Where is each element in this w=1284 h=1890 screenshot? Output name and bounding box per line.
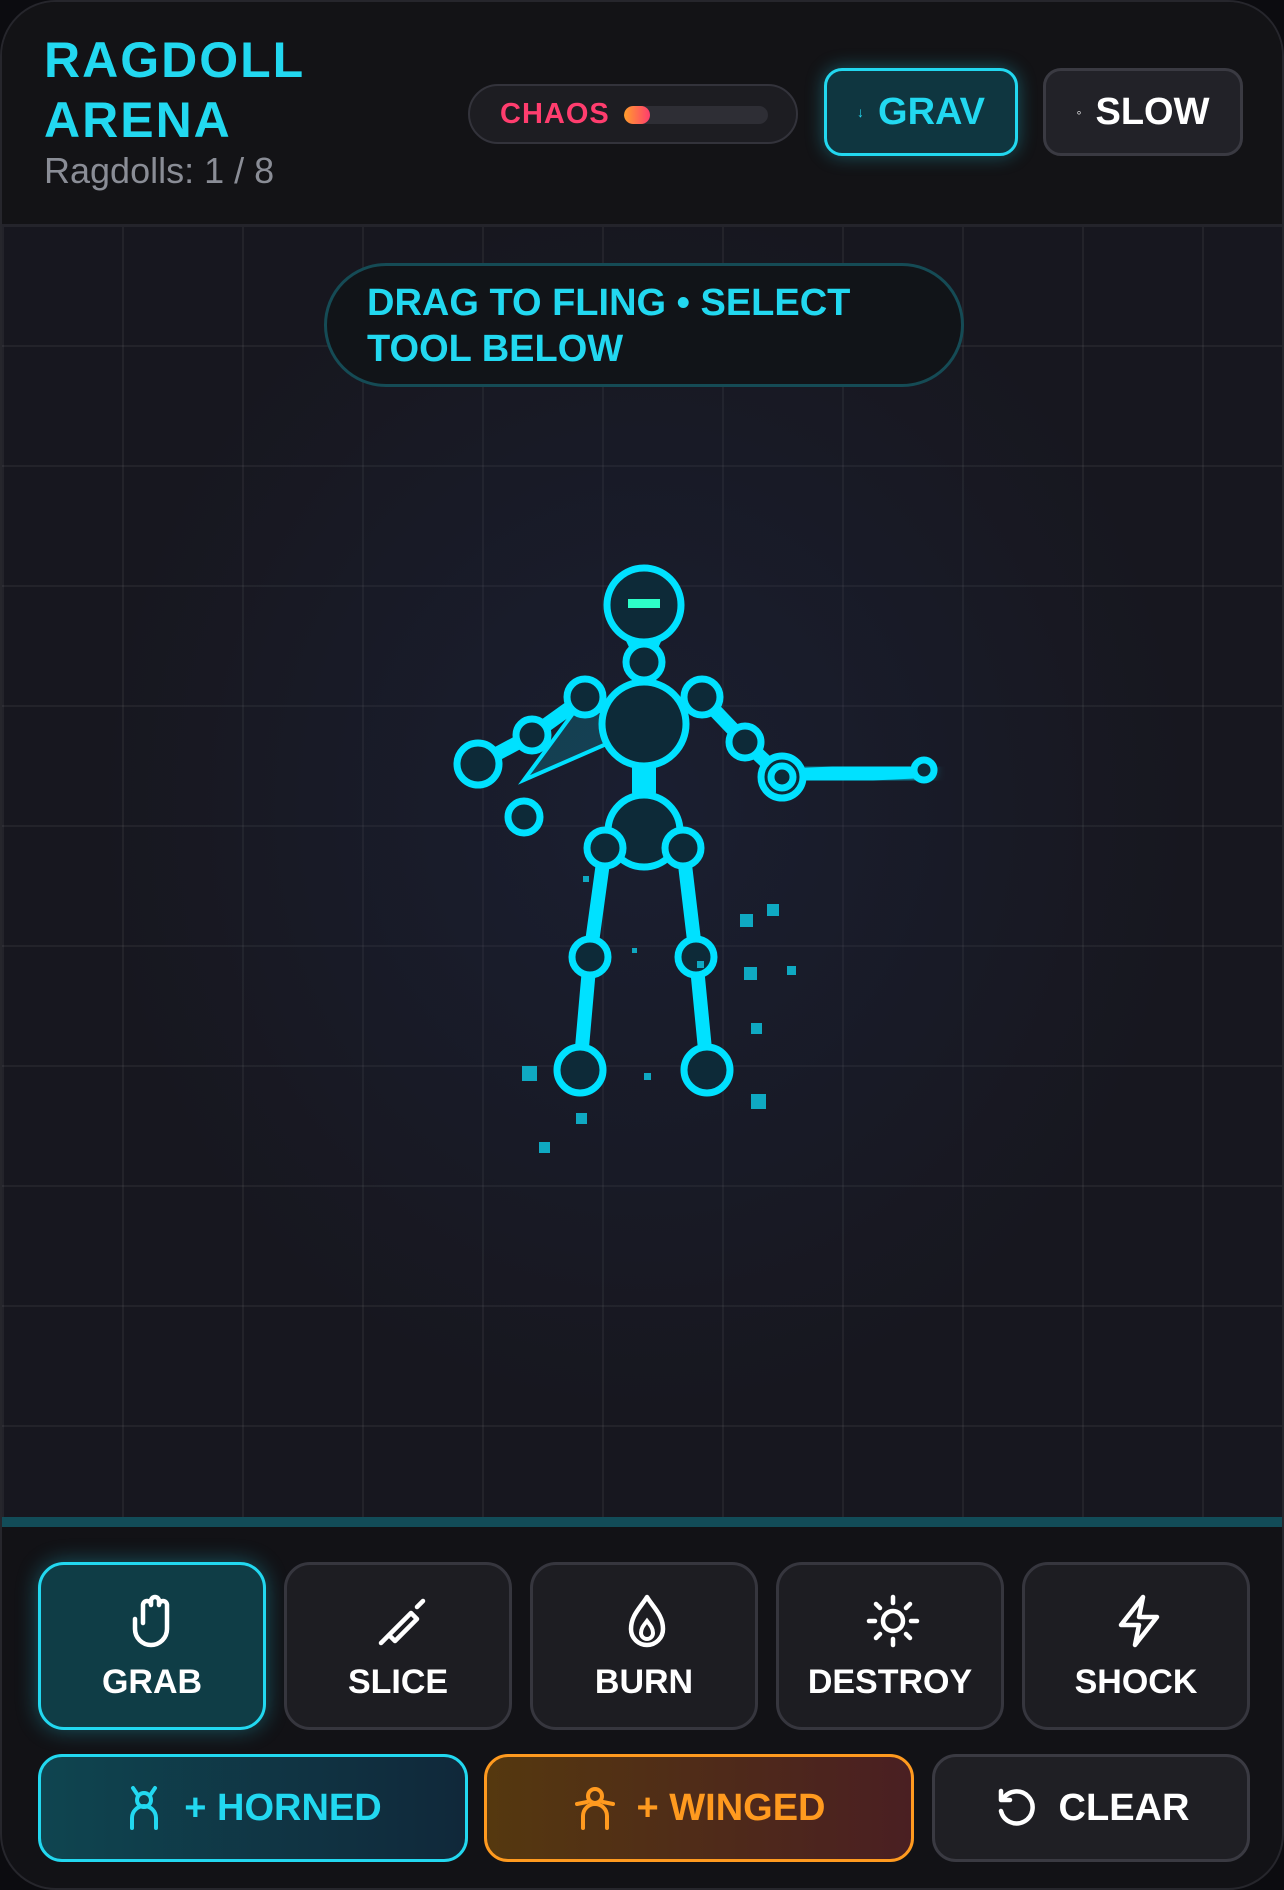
chaos-fill	[624, 106, 650, 124]
tool-grab-button[interactable]: GRAB	[38, 1562, 266, 1730]
ragdoll-knee-left	[568, 935, 612, 979]
clock-icon: ◦	[1076, 104, 1082, 120]
ragdoll-elbow-left	[512, 715, 552, 755]
ragdoll-foot-right[interactable]	[680, 1043, 734, 1097]
ragdoll-figure[interactable]	[2, 227, 1284, 1519]
spawn-winged-label: + WINGED	[636, 1786, 826, 1829]
winged-figure-icon	[574, 1787, 615, 1830]
ragdoll-shoulder-right	[680, 675, 724, 719]
ragdoll-knee-right	[674, 935, 718, 979]
hand-icon	[132, 1594, 170, 1648]
tool-burn-label: BURN	[594, 1663, 694, 1701]
slow-motion-button[interactable]: ◦ SLOW	[1043, 68, 1243, 156]
spawn-horned-button[interactable]: + HORNED	[38, 1754, 468, 1862]
clear-label: CLEAR	[1058, 1786, 1190, 1829]
ragdoll-hip-right	[661, 826, 705, 870]
ragdoll-neck-joint	[622, 640, 666, 684]
debris-particles	[522, 876, 796, 1153]
flame-icon	[628, 1594, 666, 1648]
ragdoll-hand-detached[interactable]	[504, 797, 544, 837]
tool-slice-label: SLICE	[347, 1663, 449, 1701]
blade-tip	[910, 756, 938, 784]
spawn-horned-label: + HORNED	[184, 1786, 382, 1829]
tool-destroy-label: DESTROY	[807, 1663, 973, 1701]
clear-arena-button[interactable]: CLEAR	[932, 1754, 1250, 1862]
ragdoll-eyes	[628, 599, 660, 608]
chaos-meter: CHAOS	[468, 84, 798, 144]
game-title: RAGDOLL ARENA	[44, 32, 305, 148]
reset-icon	[998, 1788, 1035, 1826]
spawn-winged-button[interactable]: + WINGED	[484, 1754, 914, 1862]
gravity-toggle-button[interactable]: ↓ GRAV	[824, 68, 1018, 156]
tool-destroy-button[interactable]: DESTROY	[776, 1562, 1004, 1730]
ragdoll-counter: Ragdolls: 1 / 8	[44, 150, 275, 191]
ragdoll-elbow-right	[725, 722, 765, 762]
ragdoll-hand-left[interactable]	[453, 739, 503, 789]
app-frame: RAGDOLL ARENA Ragdolls: 1 / 8 CHAOS ↓ GR…	[0, 0, 1284, 1890]
lightning-icon	[1118, 1594, 1160, 1648]
ragdoll-hip-left	[583, 826, 627, 870]
chaos-label: CHAOS	[500, 98, 610, 130]
arena-floor	[2, 1517, 1282, 1527]
gravity-label: GRAV	[878, 90, 985, 133]
arrow-down-icon: ↓	[857, 104, 865, 120]
slow-label: SLOW	[1095, 90, 1210, 133]
ragdoll-chest[interactable]	[598, 678, 690, 770]
tool-burn-button[interactable]: BURN	[530, 1562, 758, 1730]
knife-icon	[378, 1598, 426, 1646]
tool-shock-label: SHOCK	[1074, 1663, 1198, 1701]
ragdoll-shoulder-left	[563, 675, 607, 719]
top-bar: RAGDOLL ARENA Ragdolls: 1 / 8 CHAOS ↓ GR…	[2, 2, 1282, 227]
ragdoll-foot-left[interactable]	[553, 1043, 607, 1097]
tool-slice-button[interactable]: SLICE	[284, 1562, 512, 1730]
tool-grab-label: GRAB	[101, 1663, 203, 1701]
horned-figure-icon	[130, 1786, 159, 1830]
sun-icon	[866, 1594, 920, 1648]
chaos-track	[624, 106, 768, 124]
ragdoll-grip	[767, 762, 797, 792]
tool-shock-button[interactable]: SHOCK	[1022, 1562, 1250, 1730]
